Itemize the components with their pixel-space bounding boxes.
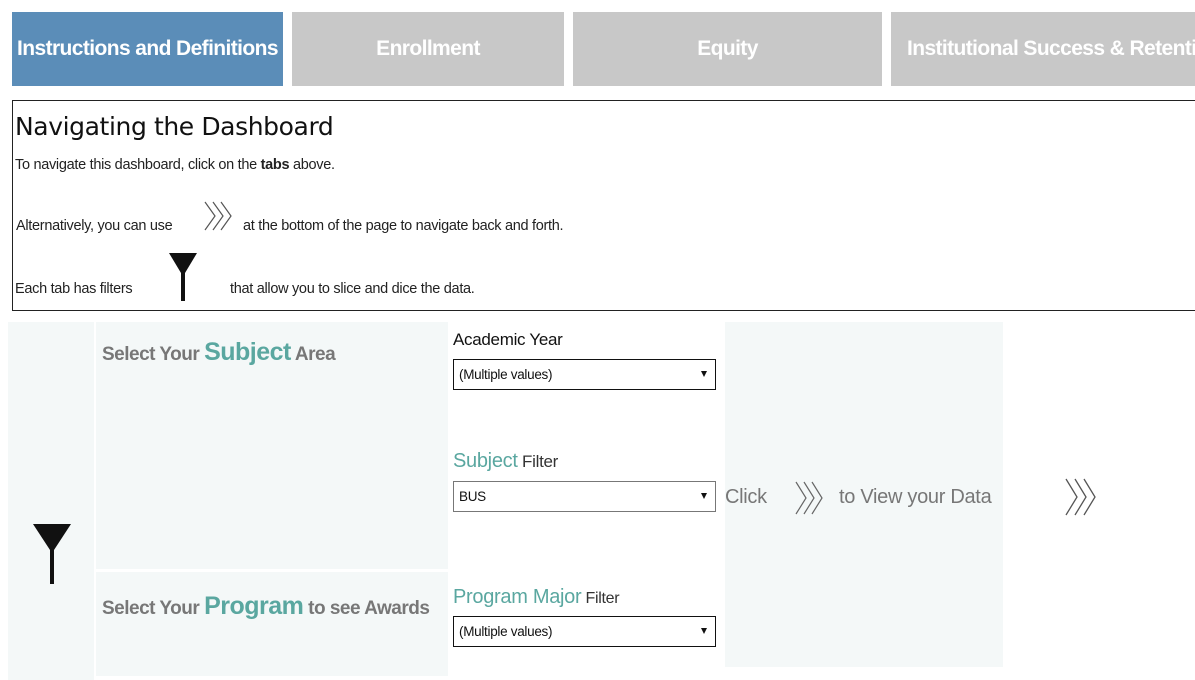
subject-filter-dropdown[interactable]: BUS — [453, 481, 716, 512]
view-data-label: to View your Data — [839, 486, 992, 508]
instructions-title: Navigating the Dashboard — [15, 112, 334, 141]
program-heading: Select Your Program to see Awards — [102, 592, 430, 620]
tab-label: Instructions and Definitions — [17, 37, 278, 60]
instructions-panel: Navigating the Dashboard To navigate thi… — [12, 100, 1195, 311]
triple-chevron-right-icon — [795, 481, 823, 515]
filter-funnel-icon — [33, 524, 71, 584]
program-major-filter-label: Program Major Filter — [453, 586, 620, 608]
tab-institutional-success-retention[interactable]: Institutional Success & Retention — [891, 12, 1195, 86]
tab-label: Equity — [697, 37, 758, 60]
triple-chevron-right-icon — [204, 201, 232, 231]
program-major-filter-value: (Multiple values) — [459, 624, 553, 639]
instructions-line-filters-rest: that allow you to slice and dice the dat… — [230, 281, 475, 297]
caret-down-icon — [701, 493, 707, 499]
academic-year-label: Academic Year — [453, 330, 563, 349]
tab-label: Institutional Success & Retention — [907, 37, 1195, 60]
subject-filter-label: Subject Filter — [453, 450, 559, 472]
instructions-line-navigate: Alternatively, you can use — [16, 218, 173, 234]
academic-year-dropdown[interactable]: (Multiple values) — [453, 359, 716, 390]
program-heading-accent: Program — [204, 592, 304, 620]
tab-instructions-and-definitions[interactable]: Instructions and Definitions — [12, 12, 283, 86]
subject-filter-value: BUS — [459, 489, 486, 504]
subject-heading: Select Your Subject Area — [102, 338, 336, 366]
click-label: Click — [725, 486, 767, 508]
subject-heading-accent: Subject — [204, 338, 291, 366]
instructions-line-filters: Each tab has filters — [15, 281, 133, 297]
tab-equity[interactable]: Equity — [573, 12, 882, 86]
program-selection-panel — [96, 572, 448, 676]
caret-down-icon — [701, 371, 707, 377]
filter-icon-panel — [8, 322, 94, 680]
instructions-line-navigate-rest: at the bottom of the page to navigate ba… — [243, 218, 564, 234]
next-page-chevron-icon[interactable] — [1062, 475, 1102, 519]
program-major-filter-dropdown[interactable]: (Multiple values) — [453, 616, 716, 647]
filter-funnel-icon — [169, 253, 197, 301]
caret-down-icon — [701, 628, 707, 634]
tab-label: Enrollment — [376, 37, 480, 60]
instructions-line-tabs: To navigate this dashboard, click on the… — [15, 157, 335, 173]
academic-year-value: (Multiple values) — [459, 367, 553, 382]
tabs-keyword: tabs — [260, 157, 290, 173]
tab-enrollment[interactable]: Enrollment — [292, 12, 564, 86]
